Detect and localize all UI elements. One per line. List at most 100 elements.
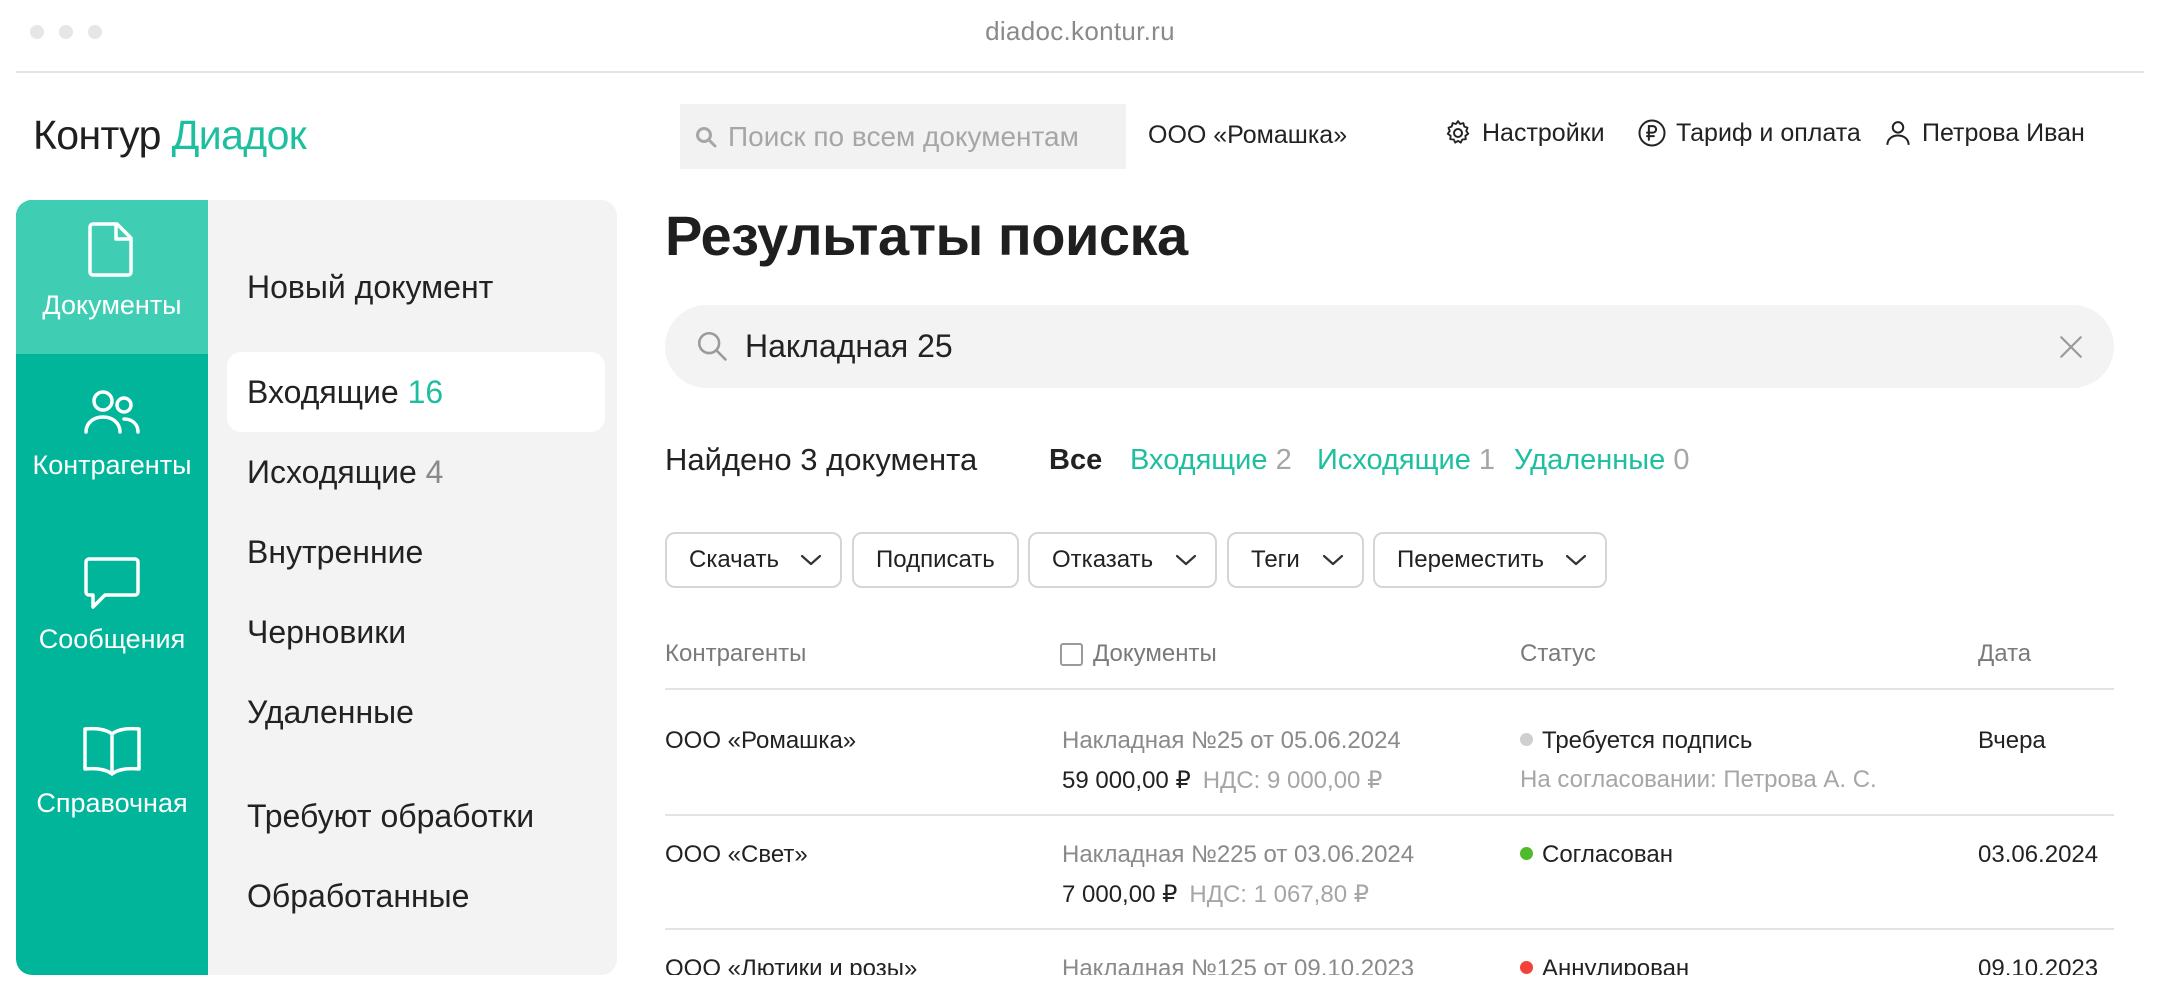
submenu-incoming-label: Входящие [247, 374, 399, 410]
rail-item-help[interactable]: Справочная [16, 704, 208, 858]
rail-label-help: Справочная [36, 788, 188, 818]
document-search-input[interactable] [745, 323, 1945, 369]
billing-label: Тариф и оплата [1676, 118, 1861, 147]
app-window: diadoc.kontur.ru Контур Диадок ООО «Рома… [0, 0, 2160, 988]
user-menu[interactable]: Петрова Иван [1883, 118, 2085, 148]
logo-kontur: Контур [33, 112, 161, 158]
page-title: Результаты поиска [665, 204, 1188, 267]
row-divider [665, 928, 2114, 930]
filter-deleted-label: Удаленные [1514, 444, 1666, 476]
submenu-processed[interactable]: Обработанные [247, 878, 469, 915]
clear-search-icon[interactable] [2058, 334, 2084, 360]
row-status-note: На согласовании: Петрова А. С. [1520, 766, 1877, 793]
filter-tab-all[interactable]: Все [1049, 444, 1102, 477]
download-button-label: Скачать [689, 546, 779, 573]
move-button-label: Переместить [1397, 546, 1545, 573]
column-header-counterparty[interactable]: Контрагенты [665, 640, 806, 668]
move-button[interactable]: Переместить [1373, 532, 1607, 588]
row-status-label: Требуется подпись [1542, 727, 1753, 754]
submenu-internal[interactable]: Внутренние [247, 534, 423, 571]
row-amount: 7 000,00 ₽ [1062, 881, 1178, 908]
row-amount-line: 59 000,00 ₽ НДС: 9 000,00 ₽ [1062, 766, 1382, 795]
search-icon [697, 331, 727, 361]
submenu-outgoing-count: 4 [425, 454, 444, 490]
column-header-status[interactable]: Статус [1520, 640, 1596, 668]
submenu-new-document[interactable]: Новый документ [247, 269, 493, 306]
row-counterparty: ООО «Ромашка» [665, 727, 857, 754]
organization-switcher[interactable]: ООО «Ромашка» [1148, 121, 1347, 150]
main-nav-rail: Документы Контрагенты Сообщения Справочн… [16, 200, 208, 975]
row-amount-line: 7 000,00 ₽ НДС: 1 067,80 ₽ [1062, 880, 1369, 909]
row-date: Вчера [1978, 727, 2046, 754]
address-bar-url[interactable]: diadoc.kontur.ru [0, 16, 2160, 47]
tags-button[interactable]: Теги [1227, 532, 1364, 588]
gear-icon [1446, 120, 1470, 144]
row-document-title[interactable]: Накладная №225 от 03.06.2024 [1062, 841, 1414, 869]
chrome-divider [16, 71, 2144, 73]
sign-button-label: Подписать [876, 546, 995, 573]
rail-item-messages[interactable]: Сообщения [16, 536, 208, 690]
settings-label: Настройки [1482, 118, 1605, 147]
chevron-down-icon [1175, 554, 1197, 566]
status-dot-annulled [1520, 961, 1533, 974]
global-search-input[interactable] [728, 120, 1108, 153]
row-date: 03.06.2024 [1978, 841, 2099, 868]
submenu-deleted[interactable]: Удаленные [247, 694, 414, 731]
row-status: Согласован [1520, 841, 1673, 869]
column-header-documents[interactable]: Документы [1093, 640, 1217, 668]
filter-outgoing-label: Исходящие [1317, 444, 1471, 476]
filter-incoming-count: 2 [1275, 444, 1292, 476]
reject-button-label: Отказать [1052, 546, 1154, 573]
book-icon [83, 726, 141, 776]
filter-deleted-count: 0 [1673, 444, 1690, 476]
billing-link[interactable]: Тариф и оплата [1637, 118, 1861, 148]
ruble-icon [1638, 119, 1666, 147]
row-counterparty: ООО «Свет» [665, 841, 808, 868]
submenu-drafts[interactable]: Черновики [247, 614, 406, 651]
column-header-date[interactable]: Дата [1978, 640, 2031, 668]
status-dot-pending [1520, 733, 1533, 746]
filter-incoming-label: Входящие [1130, 444, 1268, 476]
filter-outgoing-count: 1 [1478, 444, 1496, 476]
logo-diadoc: Диадок [171, 112, 307, 158]
filter-tab-incoming[interactable]: Входящие 2 [1130, 444, 1292, 477]
submenu-outgoing-label: Исходящие [247, 454, 417, 490]
search-icon [696, 126, 717, 147]
rail-label-messages: Сообщения [38, 624, 186, 654]
rail-item-documents[interactable]: Документы [16, 200, 208, 354]
row-status-label: Согласован [1542, 841, 1673, 868]
select-all-checkbox[interactable] [1060, 643, 1083, 666]
rail-label-counterparties: Контрагенты [32, 450, 192, 480]
chat-icon [84, 557, 140, 609]
documents-submenu: Новый документ Входящие 16 Исходящие 4 В… [208, 200, 617, 975]
document-search-box[interactable] [665, 305, 2114, 388]
global-search-box[interactable] [680, 104, 1126, 169]
user-name: Петрова Иван [1922, 118, 2085, 147]
app-logo[interactable]: Контур Диадок [33, 112, 307, 159]
table-header-divider [665, 688, 2114, 690]
row-amount: 59 000,00 ₽ [1062, 767, 1191, 794]
submenu-incoming-count: 16 [407, 374, 444, 410]
row-divider [665, 814, 2114, 816]
row-document-title[interactable]: Накладная №25 от 05.06.2024 [1062, 727, 1401, 755]
rail-item-counterparties[interactable]: Контрагенты [16, 368, 208, 522]
reject-button[interactable]: Отказать [1028, 532, 1217, 588]
filter-tab-outgoing[interactable]: Исходящие 1 [1317, 444, 1495, 477]
chevron-down-icon [800, 554, 822, 566]
submenu-incoming[interactable]: Входящие 16 [247, 374, 443, 411]
rail-label-documents: Документы [42, 290, 182, 320]
submenu-outgoing[interactable]: Исходящие 4 [247, 454, 443, 491]
settings-link[interactable]: Настройки [1443, 118, 1605, 148]
browser-chrome: diadoc.kontur.ru [0, 0, 2160, 73]
submenu-need-processing[interactable]: Требуют обработки [247, 798, 534, 835]
row-vat: НДС: 1 067,80 ₽ [1189, 881, 1369, 908]
results-count: Найдено 3 документа [665, 442, 978, 477]
filter-tab-deleted[interactable]: Удаленные 0 [1514, 444, 1689, 477]
chevron-down-icon [1322, 554, 1344, 566]
users-icon [84, 390, 140, 434]
download-button[interactable]: Скачать [665, 532, 842, 588]
user-icon [1886, 121, 1910, 145]
tags-button-label: Теги [1251, 546, 1300, 573]
bottom-clip [0, 975, 2160, 988]
sign-button[interactable]: Подписать [852, 532, 1019, 588]
